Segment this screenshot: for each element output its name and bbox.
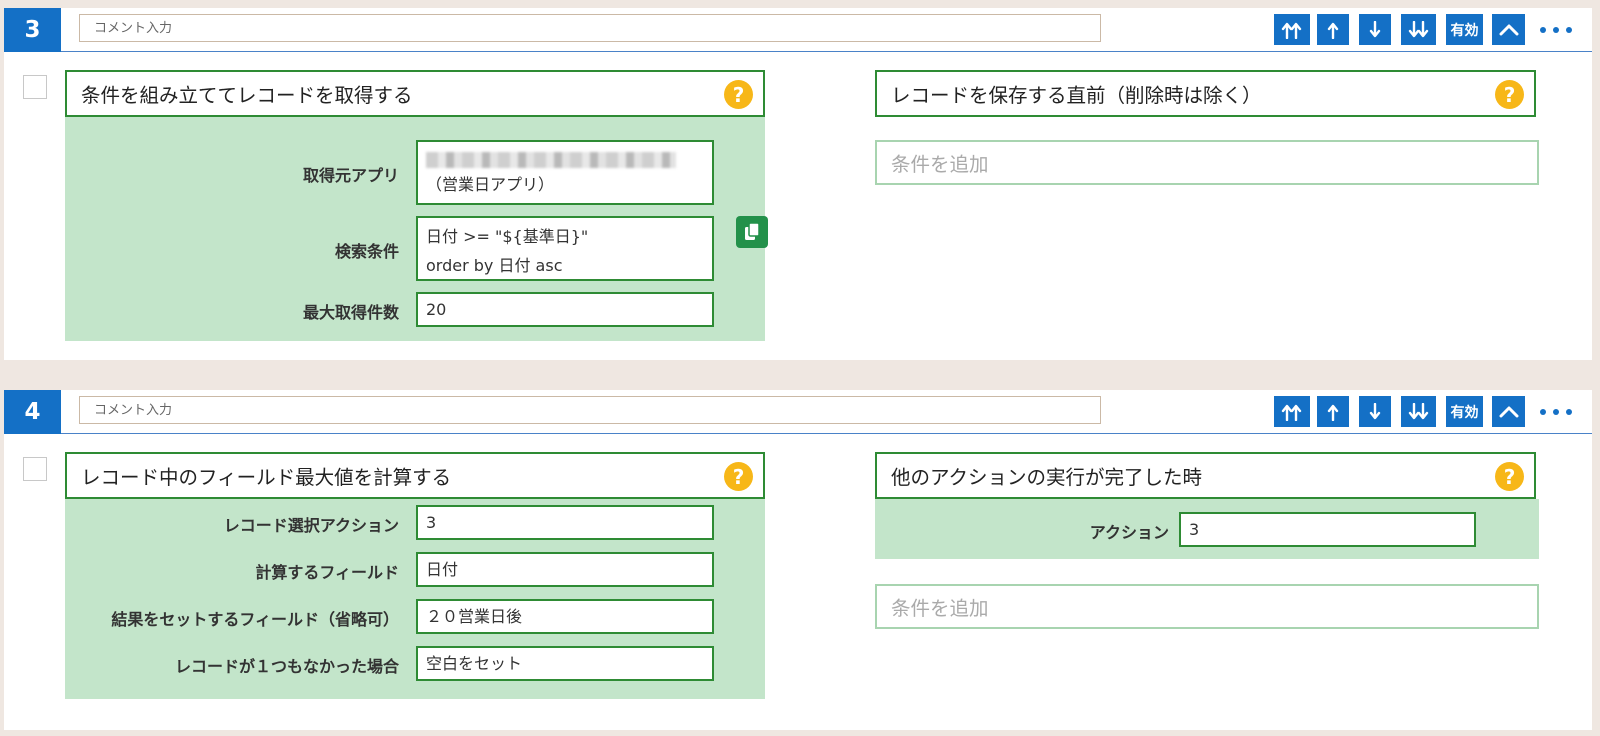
move-to-bottom-button[interactable]: [1401, 396, 1436, 427]
action-settings-panel: レコード選択アクション 3 計算するフィールド 日付 結果をセットするフィールド…: [65, 499, 765, 699]
chevron-up-icon: [1499, 24, 1518, 35]
trigger-action-field[interactable]: 3: [1179, 512, 1476, 547]
move-to-top-button[interactable]: [1274, 396, 1310, 427]
more-dot: [1566, 26, 1572, 33]
action-title-text: レコード中のフィールド最大値を計算する: [81, 466, 452, 489]
trigger-title-text: 他のアクションの実行が完了した時: [891, 466, 1203, 489]
action-block-4: 4 有効 レコード中のフィールド最大値を計算する ? レコード選択アクション 3…: [4, 390, 1592, 730]
enabled-toggle-button[interactable]: 有効: [1446, 396, 1483, 427]
chevron-up-icon: [1499, 406, 1518, 417]
calc-field-field[interactable]: 日付: [416, 552, 714, 587]
more-options-button[interactable]: [1534, 14, 1578, 45]
redacted-app-name: [426, 152, 676, 168]
collapse-button[interactable]: [1492, 396, 1525, 427]
move-down-button[interactable]: [1359, 14, 1391, 45]
move-to-bottom-button[interactable]: [1401, 14, 1436, 45]
max-count-field[interactable]: 20: [416, 292, 714, 327]
block-number: 4: [4, 390, 61, 434]
move-down-button[interactable]: [1359, 396, 1391, 427]
field-label: 計算するフィールド: [255, 563, 399, 582]
enabled-toggle-button[interactable]: 有効: [1446, 14, 1483, 45]
down-arrow-icon: [1369, 402, 1381, 419]
source-app-field[interactable]: （営業日アプリ）: [416, 140, 714, 205]
more-options-button[interactable]: [1534, 396, 1578, 427]
action-title[interactable]: 条件を組み立ててレコードを取得する ?: [65, 70, 765, 117]
move-up-button[interactable]: [1317, 14, 1349, 45]
action-block-3: 3 有効 条件を組み立ててレコードを取得する ? 取得元アプリ （営業日アプリ）: [4, 8, 1592, 360]
block-header: 4 有効: [4, 390, 1592, 434]
result-field-field[interactable]: ２０営業日後: [416, 599, 714, 634]
more-dot: [1566, 408, 1572, 415]
up-arrow-icon: [1327, 404, 1339, 421]
help-icon[interactable]: ?: [1495, 462, 1524, 491]
field-label: レコードが１つもなかった場合: [174, 657, 399, 676]
more-dots-icon: [1540, 408, 1546, 415]
trigger-title[interactable]: レコードを保存する直前（削除時は除く） ?: [875, 70, 1536, 117]
double-down-arrow-icon: [1408, 20, 1428, 37]
more-dot: [1553, 408, 1559, 415]
block-header: 3 有効: [4, 8, 1592, 52]
record-select-action-field[interactable]: 3: [416, 505, 714, 540]
comment-input[interactable]: [79, 14, 1101, 42]
add-condition-button[interactable]: 条件を追加: [875, 140, 1539, 185]
field-label: アクション: [1089, 523, 1169, 542]
field-value-line1: 日付 >= "${基準日}": [426, 227, 589, 246]
help-icon[interactable]: ?: [1495, 80, 1524, 109]
field-label: レコード選択アクション: [223, 516, 399, 535]
block-number: 3: [4, 8, 61, 52]
comment-input[interactable]: [79, 396, 1101, 424]
more-dots-icon: [1540, 26, 1546, 33]
up-arrow-icon: [1327, 22, 1339, 39]
move-up-button[interactable]: [1317, 396, 1349, 427]
block-select-checkbox[interactable]: [23, 75, 47, 99]
down-arrow-icon: [1369, 20, 1381, 37]
field-label: 検索条件: [334, 242, 399, 261]
trigger-title[interactable]: 他のアクションの実行が完了した時 ?: [875, 452, 1536, 499]
collapse-button[interactable]: [1492, 14, 1525, 45]
more-dot: [1553, 26, 1559, 33]
field-label: 結果をセットするフィールド（省略可）: [111, 610, 399, 629]
help-icon[interactable]: ?: [724, 80, 753, 109]
empty-case-field[interactable]: 空白をセット: [416, 646, 714, 681]
copy-button[interactable]: [736, 216, 768, 248]
trigger-title-text: レコードを保存する直前（削除時は除く）: [891, 84, 1262, 107]
block-select-checkbox[interactable]: [23, 457, 47, 481]
field-value-line2: order by 日付 asc: [426, 256, 563, 275]
action-title[interactable]: レコード中のフィールド最大値を計算する ?: [65, 452, 765, 499]
double-up-arrow-icon: [1281, 404, 1302, 421]
double-down-arrow-icon: [1408, 402, 1428, 419]
add-condition-button[interactable]: 条件を追加: [875, 584, 1539, 629]
action-settings-panel: 取得元アプリ （営業日アプリ） 検索条件 日付 >= "${基準日}" orde…: [65, 117, 768, 341]
search-condition-field[interactable]: 日付 >= "${基準日}" order by 日付 asc: [416, 216, 714, 281]
field-label: 取得元アプリ: [302, 166, 399, 185]
field-value-line2: （営業日アプリ）: [426, 175, 555, 194]
move-to-top-button[interactable]: [1274, 14, 1310, 45]
field-label: 最大取得件数: [302, 303, 399, 322]
action-title-text: 条件を組み立ててレコードを取得する: [81, 84, 413, 107]
help-icon[interactable]: ?: [724, 462, 753, 491]
trigger-settings-panel: アクション 3: [875, 499, 1539, 559]
copy-icon: [745, 222, 760, 240]
double-up-arrow-icon: [1281, 22, 1302, 39]
